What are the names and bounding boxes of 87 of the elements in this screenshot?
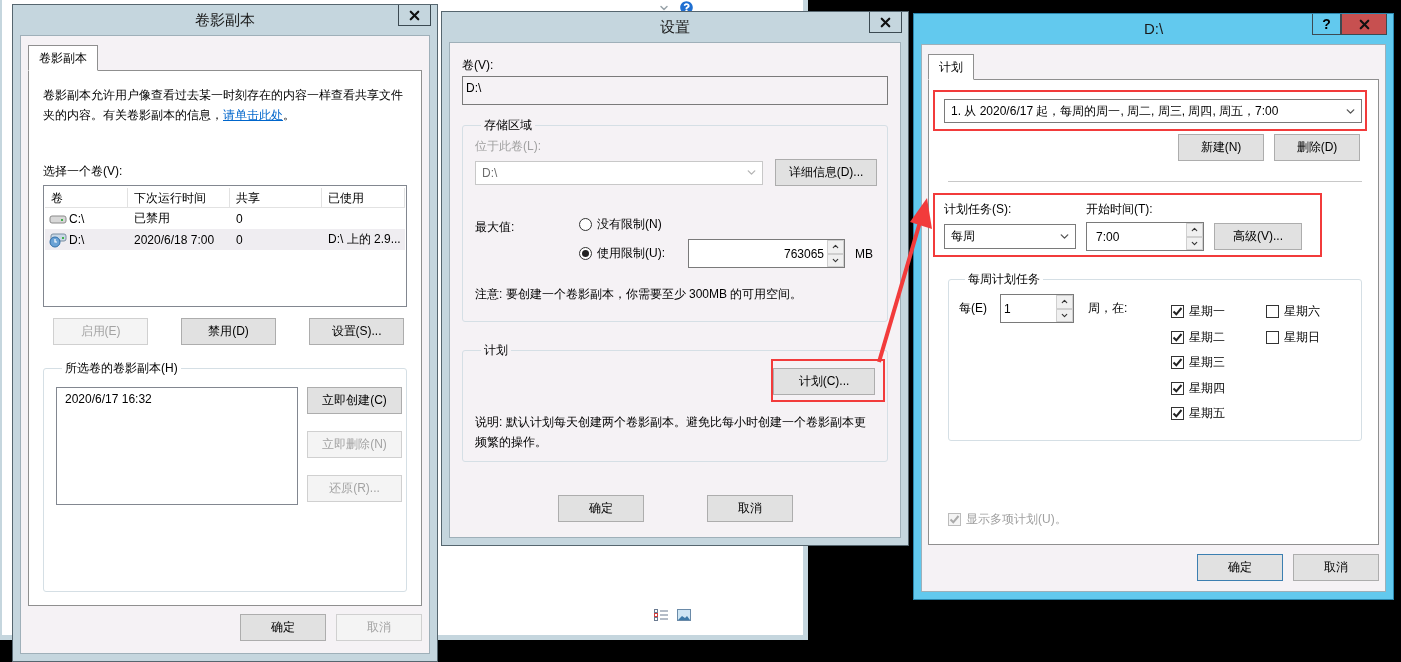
checkbox[interactable] — [1171, 407, 1184, 421]
image-icon[interactable] — [677, 609, 691, 621]
check-icon — [1172, 357, 1183, 369]
checkbox[interactable] — [1171, 356, 1184, 370]
help-link[interactable]: 请单击此处 — [223, 108, 283, 122]
close-button[interactable] — [398, 5, 431, 26]
field-label: 每(E) — [959, 300, 988, 317]
checkbox-label[interactable]: 星期四 — [1189, 379, 1225, 397]
check-icon — [949, 514, 960, 525]
dropdown-field[interactable]: 每周 — [944, 224, 1076, 249]
advanced-button[interactable]: 高级(V)... — [1214, 223, 1302, 250]
spin-field[interactable]: 763065 — [688, 239, 845, 268]
checkbox-label[interactable]: 星期六 — [1284, 303, 1320, 321]
table-cell: C:\ — [69, 211, 85, 226]
details-button[interactable]: 详细信息(D)... — [775, 159, 877, 186]
check-icon — [1172, 408, 1183, 420]
field-label: 计划任务(S): — [944, 201, 1013, 218]
checkbox[interactable] — [1266, 305, 1279, 319]
table-row[interactable]: D:\ 2020/6/18 7:00 0 D:\ 上的 2.9... — [45, 229, 405, 250]
checkbox-label[interactable]: 星期二 — [1189, 328, 1225, 346]
close-button[interactable] — [869, 12, 902, 33]
column-header[interactable]: 下次运行时间 — [128, 187, 230, 208]
unit-label: MB — [855, 246, 873, 261]
action-button[interactable]: 删除(D) — [1274, 134, 1360, 161]
group-title: 每周计划任务 — [967, 271, 1041, 288]
dialog-button[interactable]: 取消 — [1293, 554, 1379, 581]
table-cell-text: D:\ 上的 2.9... — [327, 231, 402, 248]
window-title: 设置 — [660, 17, 690, 37]
action-button[interactable]: 禁用(D) — [181, 318, 276, 345]
radio-label[interactable]: 没有限制(N) — [597, 216, 662, 233]
checkbox-label[interactable]: 星期一 — [1189, 303, 1225, 321]
action-button[interactable]: 新建(N) — [1178, 134, 1264, 161]
field-label: 最大值: — [475, 219, 516, 236]
dialog-button[interactable]: 确定 — [557, 495, 644, 522]
field-label: 位于此卷(L): — [475, 138, 542, 155]
table-cell-text: 2020/6/18 7:00 — [133, 232, 216, 247]
field-label: 周，在: — [1088, 300, 1129, 317]
radio-button[interactable] — [579, 218, 592, 231]
checkbox[interactable] — [1171, 305, 1184, 319]
spin-up-button[interactable] — [827, 240, 844, 254]
description-text: 说明: 默认计划每天创建两个卷影副本。避免比每小时创建一个卷影副本更频繁的操作。 — [475, 414, 867, 451]
group-title: 所选卷的卷影副本(H) — [64, 360, 179, 377]
dialog-button[interactable]: 确定 — [240, 614, 326, 641]
spin-up-button[interactable] — [1056, 295, 1073, 309]
action-button[interactable]: 立即创建(C) — [307, 387, 402, 414]
checkbox[interactable] — [1266, 330, 1279, 344]
column-header[interactable]: 卷 — [45, 187, 128, 208]
action-button[interactable]: 设置(S)... — [309, 318, 404, 345]
column-header[interactable]: 已使用 — [322, 187, 405, 208]
checkbox[interactable] — [1171, 381, 1184, 395]
radio-button[interactable] — [579, 247, 592, 260]
table-cell-text: 0 — [235, 211, 244, 226]
schedule-button[interactable]: 计划(C)... — [773, 368, 875, 395]
list-item[interactable]: 2020/6/17 16:32 — [65, 392, 152, 406]
tab[interactable]: 卷影副本 — [28, 45, 98, 71]
dialog-button[interactable]: 确定 — [1197, 554, 1283, 581]
spin-field[interactable]: 1 — [1000, 294, 1074, 323]
checkbox-label[interactable]: 星期日 — [1284, 328, 1320, 346]
check-icon — [1172, 382, 1183, 394]
column-header[interactable]: 共享 — [230, 187, 322, 208]
spin-field[interactable]: 7:00 — [1086, 222, 1204, 251]
field-label: 开始时间(T): — [1086, 201, 1154, 218]
group-title: 存储区域 — [483, 117, 533, 134]
group-title: 计划 — [483, 342, 509, 359]
table-cell-text: 已禁用 — [133, 210, 171, 227]
checkbox-label[interactable]: 星期五 — [1189, 405, 1225, 423]
radio-label[interactable]: 使用限制(U): — [597, 245, 665, 262]
check-icon — [1172, 331, 1183, 343]
dialog-button[interactable]: 取消 — [706, 495, 793, 522]
description-text: 卷影副本允许用户像查看过去某一时刻存在的内容一样查看共享文件夹的内容。有关卷影副本的信息，请单击此处。 — [43, 87, 404, 124]
field-label: 选择一个卷(V): — [43, 163, 124, 180]
checkbox-label[interactable]: 星期三 — [1189, 354, 1225, 372]
window-title: D:\ — [1143, 19, 1164, 39]
field-label: 卷(V): — [462, 57, 495, 74]
drive-clock-icon — [49, 231, 67, 248]
note-text: 注意: 要创建一个卷影副本，你需要至少 300MB 的可用空间。 — [475, 286, 804, 303]
table-cell: D:\ — [69, 232, 85, 247]
window-title: 卷影副本 — [195, 10, 255, 30]
table-cell-text: 0 — [235, 232, 244, 247]
checkbox[interactable] — [1171, 330, 1184, 344]
check-icon — [1172, 306, 1183, 318]
table-row[interactable]: C:\ 已禁用 0 — [45, 208, 405, 229]
volume-field: D:\ — [462, 76, 888, 105]
schedule-dropdown[interactable]: 1. 从 2020/6/17 起，每周的周一, 周二, 周三, 周四, 周五，7:00 — [944, 99, 1362, 123]
list-view-icon[interactable] — [654, 609, 669, 621]
spin-up-button[interactable] — [1186, 223, 1203, 237]
tab[interactable]: 计划 — [928, 54, 974, 80]
